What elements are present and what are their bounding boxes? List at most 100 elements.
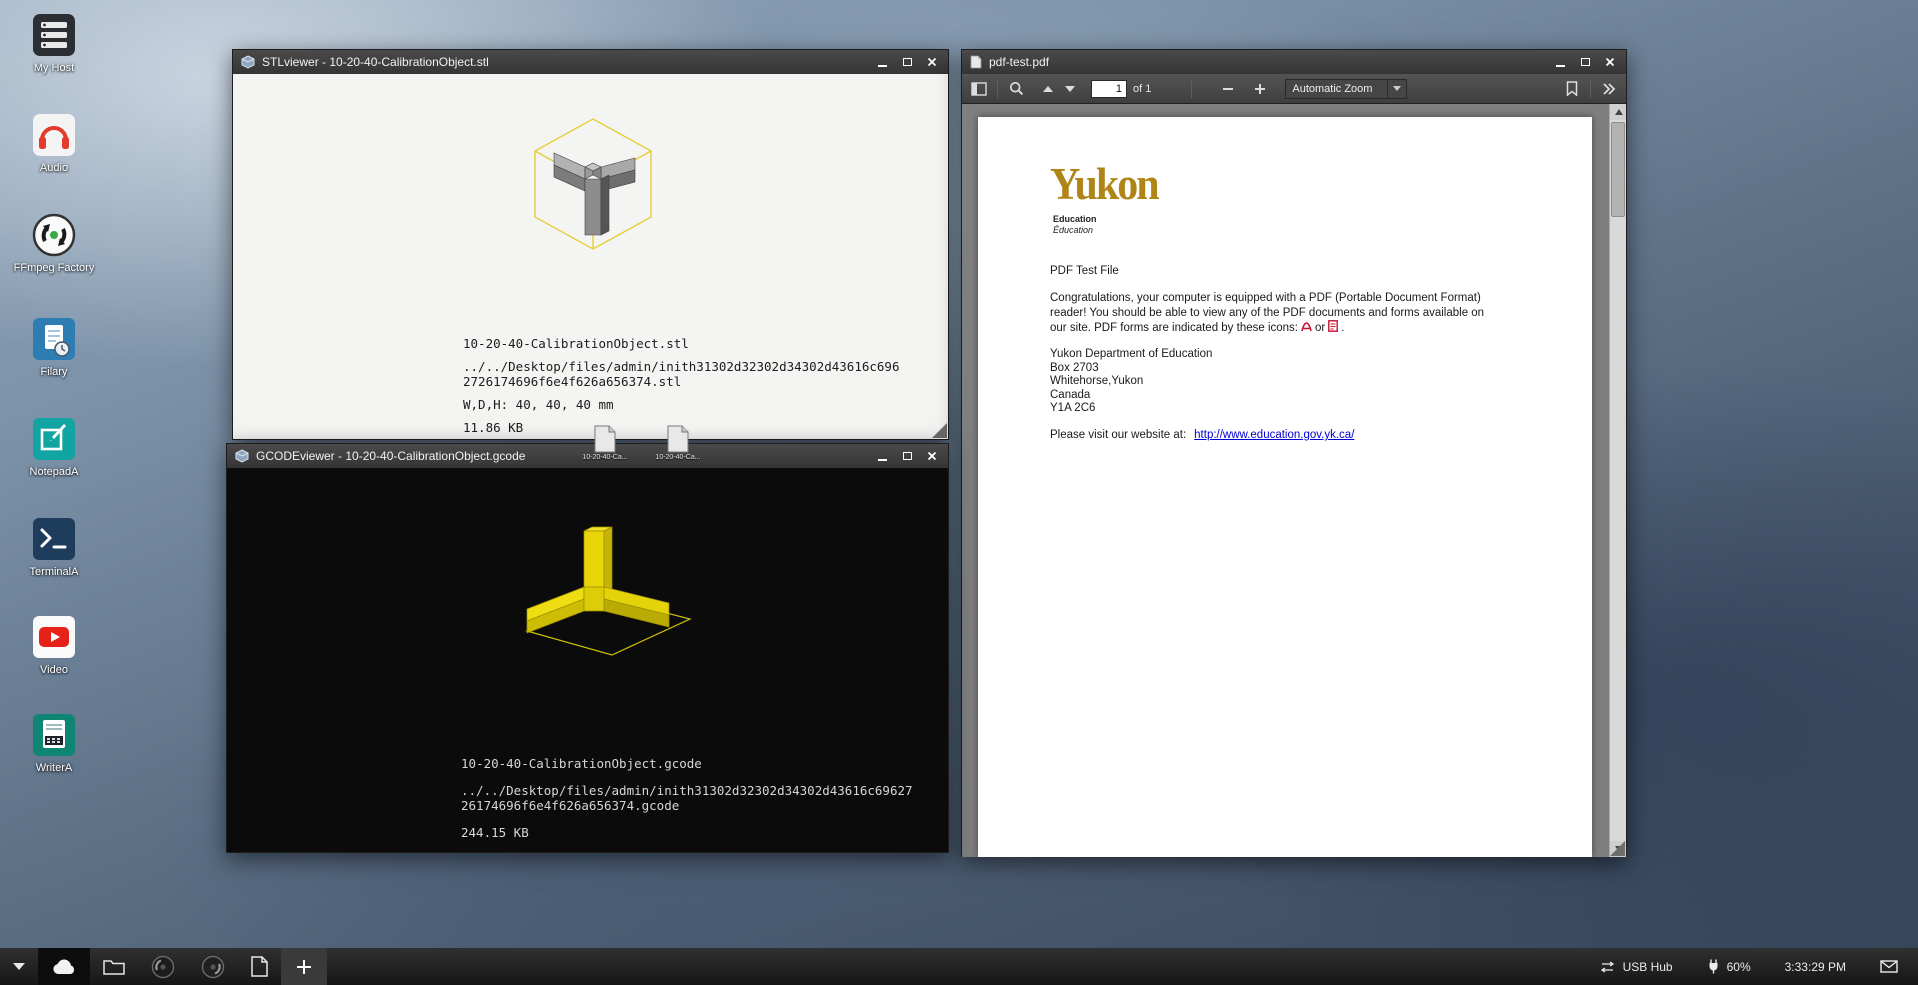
desktop-icon-my-host[interactable]: My Host <box>12 12 96 75</box>
page-count-label: of 1 <box>1133 83 1151 95</box>
next-page-button[interactable] <box>1059 78 1081 100</box>
mail-indicator[interactable] <box>1880 960 1898 973</box>
clock[interactable]: 3:33:29 PM <box>1785 960 1846 974</box>
maximize-button[interactable] <box>899 449 915 464</box>
minimize-button[interactable] <box>874 449 890 464</box>
taskbar-pdf-button[interactable] <box>238 948 281 985</box>
gcode-viewer-window: GCODEviewer - 10-20-40-CalibrationObject… <box>226 443 949 853</box>
close-button[interactable] <box>924 55 940 70</box>
taskbar-menu-button[interactable] <box>0 948 38 985</box>
close-button[interactable] <box>1602 55 1618 70</box>
toolbar-right-group <box>1561 78 1620 100</box>
pdf-viewer-window: pdf-test.pdf of 1 Automatic Zoom <box>961 49 1627 857</box>
zoom-in-button[interactable] <box>1249 78 1271 100</box>
toolbar-separator <box>997 80 998 98</box>
taskbar-add-button[interactable] <box>281 948 327 985</box>
battery-indicator[interactable]: 60% <box>1707 959 1751 974</box>
zoom-level-select[interactable]: Automatic Zoom <box>1285 79 1407 99</box>
toolbar-separator <box>1191 80 1192 98</box>
bookmark-button[interactable] <box>1561 78 1583 100</box>
chevron-down-icon <box>1393 86 1401 91</box>
taskbar-left-group <box>0 948 327 985</box>
address-line: Box 2703 <box>1050 362 1212 376</box>
scrollbar-thumb[interactable] <box>1611 122 1625 217</box>
clock-label: 3:33:29 PM <box>1785 960 1846 974</box>
audio-icon <box>31 112 77 158</box>
maximize-button[interactable] <box>899 55 915 70</box>
window-controls <box>874 55 940 70</box>
stl-viewer-window: STLviewer - 10-20-40-CalibrationObject.s… <box>232 49 949 440</box>
logo-subtitle-en: Education <box>1053 214 1097 224</box>
pdf-content-area[interactable]: Yukon Education Éducation PDF Test File … <box>962 104 1626 857</box>
scroll-up-button[interactable] <box>1610 104 1626 120</box>
writer-icon <box>31 712 77 758</box>
website-label: Please visit our website at: <box>1050 429 1186 441</box>
address-line: Canada <box>1050 389 1212 403</box>
desktop-icon-filary[interactable]: Filary <box>12 316 96 379</box>
find-button[interactable] <box>1005 78 1027 100</box>
taskbar-app-button-1[interactable] <box>138 948 188 985</box>
page-number-input[interactable] <box>1091 80 1127 98</box>
resize-grip[interactable] <box>1610 841 1625 856</box>
close-icon <box>1605 57 1615 67</box>
more-tools-button[interactable] <box>1598 78 1620 100</box>
gcode-path-line2: 26174696f6e4f626a656374.gcode <box>461 798 913 813</box>
window-title: GCODEviewer - 10-20-40-CalibrationObject… <box>256 449 525 463</box>
zoom-level-value: Automatic Zoom <box>1292 83 1372 95</box>
pdf-titlebar[interactable]: pdf-test.pdf <box>962 50 1626 74</box>
window-title: STLviewer - 10-20-40-CalibrationObject.s… <box>262 55 489 69</box>
minimize-button[interactable] <box>1552 55 1568 70</box>
stl-filename: 10-20-40-CalibrationObject.stl <box>463 336 900 351</box>
address-line: Y1A 2C6 <box>1050 402 1212 416</box>
window-title: pdf-test.pdf <box>989 55 1049 69</box>
pdf-doc-icon <box>970 55 982 69</box>
pdf-form-icon <box>1328 320 1338 337</box>
stl-viewport[interactable]: 10-20-40-CalibrationObject.stl ../../Des… <box>233 74 948 439</box>
stl-path-line2: 2726174696f6e4f626a656374.stl <box>463 374 900 389</box>
desktop-icon-writera[interactable]: WriterA <box>12 712 96 775</box>
document-heading: PDF Test File <box>1050 265 1119 277</box>
close-button[interactable] <box>924 449 940 464</box>
desktop-icon-terminala[interactable]: TerminalA <box>12 516 96 579</box>
desktop: { "desktop": { "icons": [ { "label": "My… <box>0 0 1918 985</box>
desktop-icon-ffmpeg-factory[interactable]: FFmpeg Factory <box>12 212 96 275</box>
zoom-out-button[interactable] <box>1217 78 1239 100</box>
sidebar-toggle-button[interactable] <box>968 78 990 100</box>
desktop-file-stl[interactable]: 10-20-40-Ca... <box>575 425 635 461</box>
gcode-filesize: 244.15 KB <box>461 825 913 840</box>
maximize-button[interactable] <box>1577 55 1593 70</box>
stl-3d-model <box>488 109 698 289</box>
previous-page-button[interactable] <box>1037 78 1059 100</box>
usb-hub-indicator[interactable]: USB Hub <box>1599 960 1673 974</box>
desktop-icon-audio[interactable]: Audio <box>12 112 96 175</box>
sidebar-toggle-icon <box>971 82 987 96</box>
arrow-up-icon <box>1043 86 1053 92</box>
vertical-scrollbar[interactable] <box>1609 104 1626 857</box>
taskbar-cloud-button[interactable] <box>38 948 90 985</box>
paragraph-line3: our site. PDF forms are indicated by the… <box>1050 320 1530 337</box>
file-label: 10-20-40-Ca... <box>655 454 700 461</box>
plus-icon <box>297 960 311 974</box>
resize-grip[interactable] <box>932 423 947 438</box>
minimize-button[interactable] <box>874 55 890 70</box>
window-controls <box>874 449 940 464</box>
desktop-icon-video[interactable]: Video <box>12 614 96 677</box>
close-icon <box>927 451 937 461</box>
bookmark-icon <box>1566 81 1578 96</box>
desktop-icon-notepada[interactable]: NotepadA <box>12 416 96 479</box>
minimize-icon <box>878 459 887 461</box>
gcode-viewport[interactable]: 10-20-40-CalibrationObject.gcode ../../D… <box>227 468 948 852</box>
taskbar-right-group: USB Hub 60% 3:33:29 PM <box>1599 959 1918 974</box>
maximize-icon <box>903 58 912 66</box>
battery-percent-label: 60% <box>1727 960 1751 974</box>
desktop-file-gcode[interactable]: 10-20-40-Ca... <box>648 425 708 461</box>
minus-icon <box>1223 88 1233 90</box>
website-link[interactable]: http://www.education.gov.yk.ca/ <box>1194 429 1354 441</box>
document-icon <box>251 956 268 977</box>
file-icon <box>665 425 691 453</box>
stl-titlebar[interactable]: STLviewer - 10-20-40-CalibrationObject.s… <box>233 50 948 74</box>
taskbar-app-button-2[interactable] <box>188 948 238 985</box>
gcode-path-line1: ../../Desktop/files/admin/inith31302d323… <box>461 783 913 798</box>
taskbar-files-button[interactable] <box>90 948 138 985</box>
folder-icon <box>103 958 125 975</box>
